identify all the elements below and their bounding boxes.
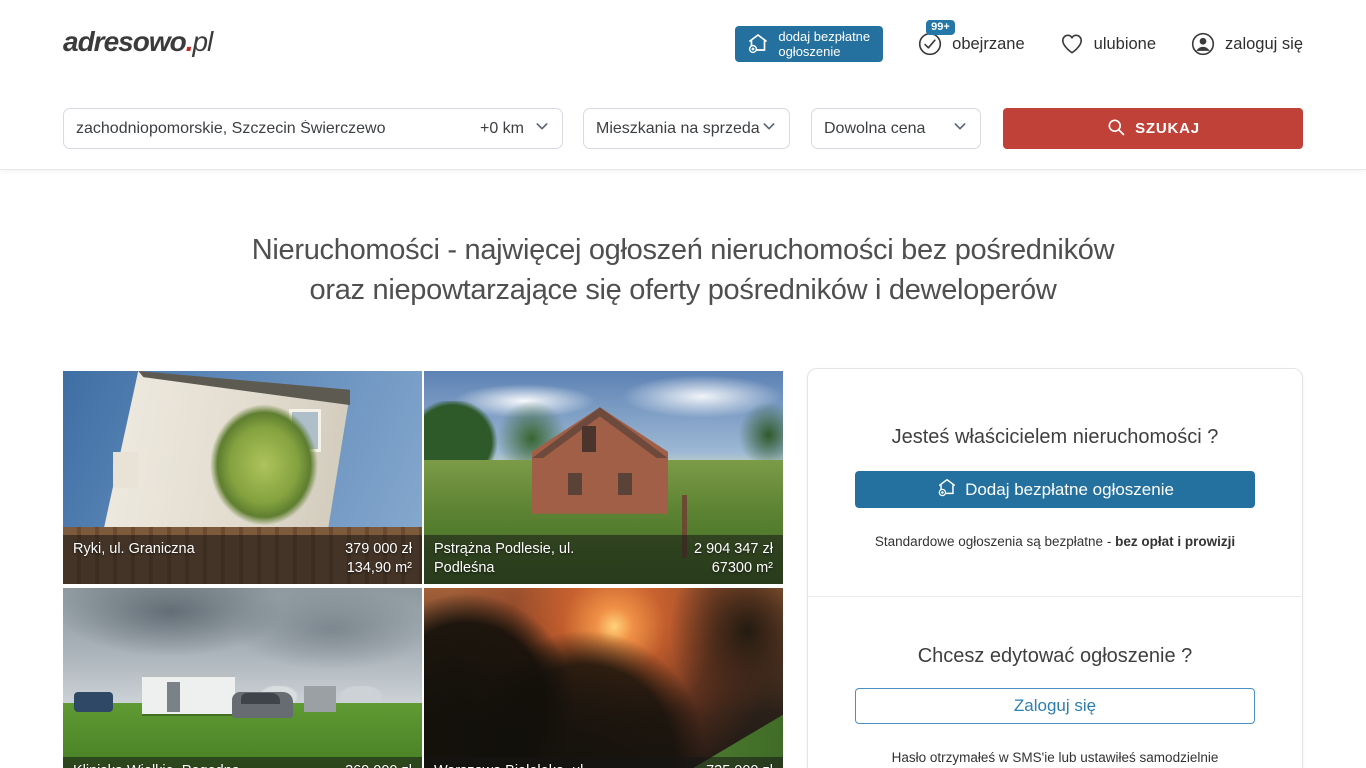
listing-price-area: 369 000 zł [345,762,412,768]
sidebar-add-listing-label: Dodaj bezpłatne ogłoszenie [965,480,1174,500]
listing-price: 369 000 zł [345,763,412,768]
listing-caption: Pstrążna Podlesie, ul. Podleśna 2 904 34… [424,535,783,584]
edit-heading: Chcesz edytować ogłoszenie ? [808,597,1302,668]
location-value: zachodniopomorskie, Szczecin Świerczewo [76,120,385,138]
viewed-count-badge: 99+ [926,20,955,35]
photo-shape [74,692,113,711]
listing-card[interactable]: Kliniska Wielkie, Pogodna 369 000 zł [63,588,422,768]
photo-shape [241,693,280,704]
listing-price: 2 904 347 zł [694,541,773,557]
radius-select[interactable]: +0 km [480,120,534,138]
topbar: adresowo.pl dodaj bezpłatne ogłoszenie [0,0,1366,170]
search-submit-label: SZUKAJ [1135,120,1200,137]
password-note: Hasło otrzymałeś w SMS'ie lub ustawiłeś … [808,750,1302,765]
chevron-down-icon [761,118,777,139]
photo-shape [424,588,783,768]
login-button[interactable]: zaloguj się [1190,31,1303,57]
favorites-button[interactable]: ulubione [1059,31,1156,57]
listing-price-area: 379 000 zł 134,90 m² [345,540,412,578]
listing-card[interactable]: Warszawa Białołęka, ul. 735 000 zł [424,588,783,768]
listing-card[interactable]: Pstrążna Podlesie, ul. Podleśna 2 904 34… [424,371,783,584]
favorites-label: ulubione [1094,35,1156,54]
login-label: zaloguj się [1225,35,1303,54]
logo-brand-text: adresowo [63,26,186,57]
sidebar-login-button[interactable]: Zaloguj się [855,688,1255,724]
free-listing-note: Standardowe ogłoszenia są bezpłatne - be… [808,534,1302,549]
listing-area: 134,90 m² [347,560,412,576]
photo-shape [618,473,632,494]
owner-panel: Jesteś właścicielem nieruchomości ? Doda… [807,368,1303,768]
listings-grid: Ryki, ul. Graniczna 379 000 zł 134,90 m²… [63,371,783,768]
listing-area: 67300 m² [712,560,773,576]
header-actions: dodaj bezpłatne ogłoszenie 99+ obejrzane… [735,25,1303,63]
page-title: Nieruchomości - najwięcej ogłoszeń nieru… [0,230,1366,310]
heart-icon [1059,31,1085,57]
check-circle-icon: 99+ [917,31,943,57]
listing-price: 735 000 zł [706,763,773,768]
chevron-down-icon [534,118,550,139]
listing-caption: Warszawa Białołęka, ul. 735 000 zł [424,757,783,768]
listing-price-area: 735 000 zł [706,762,773,768]
listing-caption: Ryki, ul. Graniczna 379 000 zł 134,90 m² [63,535,422,584]
chevron-down-icon [952,118,968,139]
site-logo[interactable]: adresowo.pl [63,26,212,58]
listing-caption: Kliniska Wielkie, Pogodna 369 000 zł [63,757,422,768]
photo-shape [582,426,596,452]
listing-location: Warszawa Białołęka, ul. [434,762,587,768]
listing-location: Kliniska Wielkie, Pogodna [73,762,240,768]
photo-shape [113,452,138,488]
listing-price-area: 2 904 347 zł 67300 m² [694,540,773,578]
search-submit-button[interactable]: SZUKAJ [1003,108,1303,149]
photo-shape [167,682,180,712]
owner-heading: Jesteś właścicielem nieruchomości ? [808,369,1302,449]
logo-tld-text: pl [192,26,212,57]
price-value: Dowolna cena [824,120,925,138]
add-listing-button[interactable]: dodaj bezpłatne ogłoszenie [735,26,883,62]
house-plus-icon [746,31,770,58]
photo-shape [304,686,336,712]
search-icon [1106,117,1126,141]
house-plus-icon [936,476,958,503]
listing-card[interactable]: Ryki, ul. Graniczna 379 000 zł 134,90 m² [63,371,422,584]
user-circle-icon [1190,31,1216,57]
search-bar: zachodniopomorskie, Szczecin Świerczewo … [63,108,1303,149]
location-input[interactable]: zachodniopomorskie, Szczecin Świerczewo … [63,108,563,149]
listing-price: 379 000 zł [345,541,412,557]
photo-shape [142,673,235,713]
viewed-label: obejrzane [952,35,1024,54]
sidebar-add-listing-button[interactable]: Dodaj bezpłatne ogłoszenie [855,471,1255,508]
price-select[interactable]: Dowolna cena [811,108,981,149]
category-select[interactable]: Mieszkania na sprzeda [583,108,790,149]
photo-shape [568,473,582,494]
listing-location: Pstrążna Podlesie, ul. Podleśna [434,540,627,578]
add-listing-label: dodaj bezpłatne ogłoszenie [778,29,870,59]
category-value: Mieszkania na sprzeda [596,120,760,138]
listing-location: Ryki, ul. Graniczna [73,540,195,578]
viewed-button[interactable]: 99+ obejrzane [917,31,1024,57]
